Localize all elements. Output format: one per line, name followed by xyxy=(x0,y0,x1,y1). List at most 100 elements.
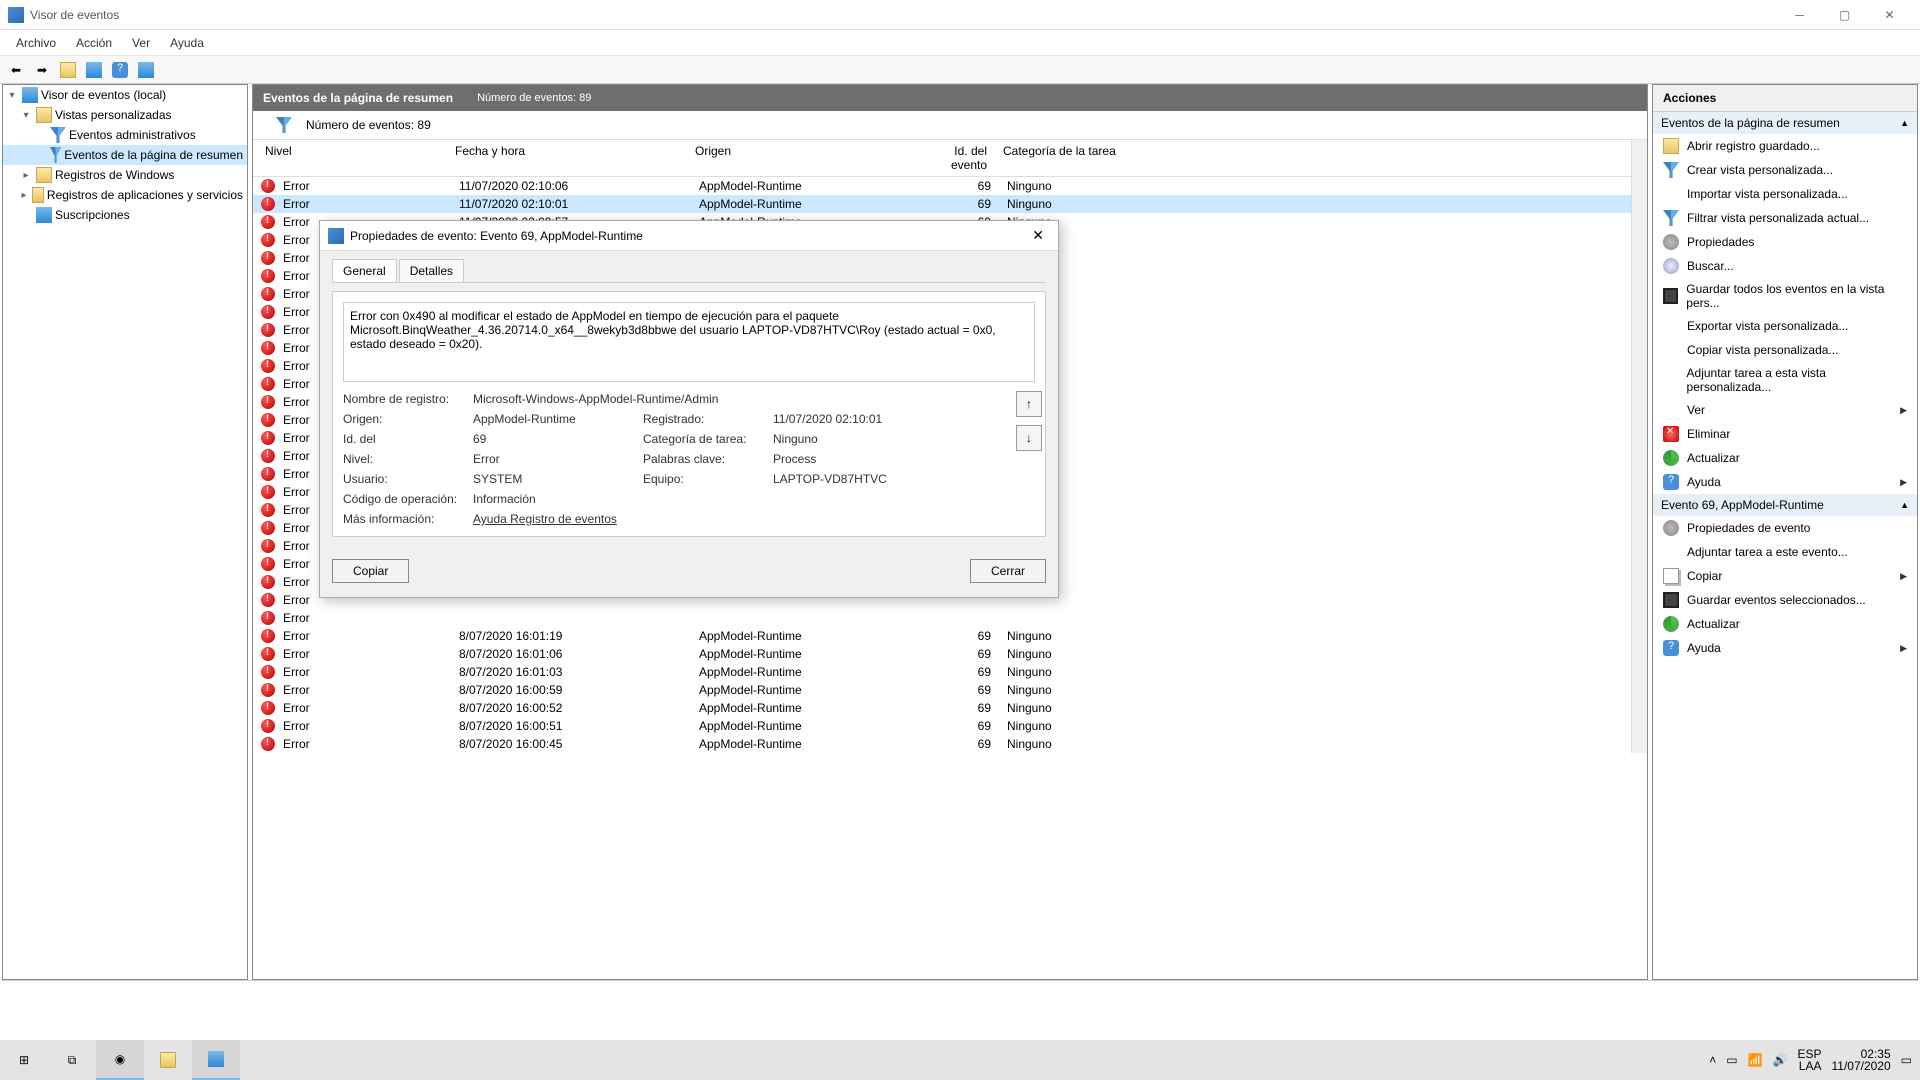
tree-suscripciones[interactable]: Suscripciones xyxy=(3,205,247,225)
menu-accion[interactable]: Acción xyxy=(66,32,122,54)
action-icon xyxy=(1663,186,1679,202)
toolbar-icon-2[interactable] xyxy=(82,58,106,82)
prev-event-button[interactable]: ↑ xyxy=(1016,391,1042,417)
event-row[interactable]: Error 8/07/2020 16:00:52 AppModel-Runtim… xyxy=(253,699,1631,717)
action-item[interactable]: Exportar vista personalizada... xyxy=(1653,314,1917,338)
minimize-button[interactable]: ─ xyxy=(1777,1,1822,29)
start-button[interactable]: ⊞ xyxy=(0,1040,48,1080)
error-icon xyxy=(261,719,275,733)
taskbar-explorer[interactable] xyxy=(144,1040,192,1080)
tree-eventos-resumen[interactable]: Eventos de la página de resumen xyxy=(3,145,247,165)
close-dialog-button[interactable]: Cerrar xyxy=(970,559,1046,583)
action-icon xyxy=(1663,162,1679,178)
tray-chevron-icon[interactable]: ˄ xyxy=(1709,1053,1716,1067)
error-icon xyxy=(261,629,275,643)
col-nivel[interactable]: Nivel xyxy=(261,144,451,172)
navigation-tree[interactable]: ▾ Visor de eventos (local) ▾ Vistas pers… xyxy=(2,84,248,980)
close-button[interactable]: ✕ xyxy=(1867,1,1912,29)
copy-button[interactable]: Copiar xyxy=(332,559,409,583)
tray-battery-icon[interactable]: ▭ xyxy=(1726,1053,1737,1067)
action-item[interactable]: Adjuntar tarea a esta vista personalizad… xyxy=(1653,362,1917,398)
event-row[interactable]: Error 8/07/2020 16:00:45 AppModel-Runtim… xyxy=(253,735,1631,753)
col-cat[interactable]: Categoría de la tarea xyxy=(999,144,1149,172)
next-event-button[interactable]: ↓ xyxy=(1016,425,1042,451)
col-fecha[interactable]: Fecha y hora xyxy=(451,144,691,172)
error-icon xyxy=(261,197,275,211)
error-icon xyxy=(261,341,275,355)
action-item[interactable]: Filtrar vista personalizada actual... xyxy=(1653,206,1917,230)
action-item[interactable]: Ver▶ xyxy=(1653,398,1917,422)
tree-registros-win[interactable]: ▸ Registros de Windows xyxy=(3,165,247,185)
tab-detalles[interactable]: Detalles xyxy=(399,259,464,282)
column-headers[interactable]: Nivel Fecha y hora Origen Id. del evento… xyxy=(253,140,1631,177)
forward-button[interactable]: ➡ xyxy=(30,58,54,82)
error-icon xyxy=(261,377,275,391)
actions-section-1[interactable]: Eventos de la página de resumen▲ xyxy=(1653,112,1917,134)
error-icon xyxy=(261,647,275,661)
maximize-button[interactable]: ▢ xyxy=(1822,1,1867,29)
error-icon xyxy=(261,305,275,319)
tree-registros-apps[interactable]: ▸ Registros de aplicaciones y servicios xyxy=(3,185,247,205)
action-item[interactable]: Crear vista personalizada... xyxy=(1653,158,1917,182)
tray-volume-icon[interactable]: 🔊 xyxy=(1773,1053,1788,1067)
action-item[interactable]: Copiar vista personalizada... xyxy=(1653,338,1917,362)
event-row[interactable]: Error 11/07/2020 02:10:01 AppModel-Runti… xyxy=(253,195,1631,213)
action-icon xyxy=(1663,234,1679,250)
action-item[interactable]: Guardar eventos seleccionados... xyxy=(1653,588,1917,612)
tree-root[interactable]: ▾ Visor de eventos (local) xyxy=(3,85,247,105)
action-item[interactable]: Propiedades xyxy=(1653,230,1917,254)
tray-notifications-icon[interactable]: ▭ xyxy=(1901,1053,1912,1067)
events-header-title: Eventos de la página de resumen xyxy=(263,91,453,105)
action-icon xyxy=(1663,288,1678,304)
action-item[interactable]: Eliminar xyxy=(1653,422,1917,446)
col-id[interactable]: Id. del evento xyxy=(911,144,991,172)
event-row[interactable]: Error 8/07/2020 16:01:06 AppModel-Runtim… xyxy=(253,645,1631,663)
back-button[interactable]: ⬅ xyxy=(4,58,28,82)
event-description[interactable]: Error con 0x490 al modificar el estado d… xyxy=(343,302,1035,382)
tree-eventos-admin[interactable]: Eventos administrativos xyxy=(3,125,247,145)
action-item[interactable]: Copiar▶ xyxy=(1653,564,1917,588)
tray-lang[interactable]: ESP LAA xyxy=(1797,1048,1821,1072)
action-item[interactable]: Guardar todos los eventos en la vista pe… xyxy=(1653,278,1917,314)
tree-vistas-label: Vistas personalizadas xyxy=(55,108,172,122)
menu-archivo[interactable]: Archivo xyxy=(6,32,66,54)
event-row[interactable]: Error 8/07/2020 16:01:19 AppModel-Runtim… xyxy=(253,627,1631,645)
event-row[interactable]: Error 11/07/2020 02:10:06 AppModel-Runti… xyxy=(253,177,1631,195)
dialog-close-button[interactable]: ✕ xyxy=(1026,227,1050,244)
action-item[interactable]: Actualizar xyxy=(1653,446,1917,470)
taskbar-eventviewer[interactable] xyxy=(192,1040,240,1080)
menu-ayuda[interactable]: Ayuda xyxy=(160,32,214,54)
col-origen[interactable]: Origen xyxy=(691,144,911,172)
system-tray[interactable]: ˄ ▭ 📶 🔊 ESP LAA 02:35 11/07/2020 ▭ xyxy=(1709,1048,1920,1072)
action-item[interactable]: Ayuda▶ xyxy=(1653,470,1917,494)
event-row[interactable]: Error 8/07/2020 16:00:59 AppModel-Runtim… xyxy=(253,681,1631,699)
event-row[interactable]: Error 8/07/2020 16:00:51 AppModel-Runtim… xyxy=(253,717,1631,735)
app-icon xyxy=(8,7,24,23)
event-help-link[interactable]: Ayuda Registro de eventos xyxy=(473,512,933,526)
actions-section-2[interactable]: Evento 69, AppModel-Runtime▲ xyxy=(1653,494,1917,516)
tree-vistas[interactable]: ▾ Vistas personalizadas xyxy=(3,105,247,125)
actions-header: Acciones xyxy=(1653,85,1917,112)
error-icon xyxy=(261,557,275,571)
action-item[interactable]: Abrir registro guardado... xyxy=(1653,134,1917,158)
event-row[interactable]: Error 8/07/2020 16:01:03 AppModel-Runtim… xyxy=(253,663,1631,681)
error-icon xyxy=(261,503,275,517)
toolbar-icon-1[interactable] xyxy=(56,58,80,82)
taskbar-chrome[interactable]: ◉ xyxy=(96,1040,144,1080)
action-item[interactable]: Adjuntar tarea a este evento... xyxy=(1653,540,1917,564)
tray-network-icon[interactable]: 📶 xyxy=(1748,1053,1763,1067)
action-item[interactable]: Importar vista personalizada... xyxy=(1653,182,1917,206)
action-item[interactable]: Propiedades de evento xyxy=(1653,516,1917,540)
events-scrollbar[interactable] xyxy=(1631,140,1647,753)
event-row[interactable]: Error xyxy=(253,609,1631,627)
tab-general[interactable]: General xyxy=(332,259,397,282)
toolbar-icon-3[interactable] xyxy=(134,58,158,82)
event-properties-dialog: Propiedades de evento: Evento 69, AppMod… xyxy=(319,220,1059,598)
toolbar-help-icon[interactable] xyxy=(108,58,132,82)
menu-ver[interactable]: Ver xyxy=(122,32,160,54)
tray-clock[interactable]: 02:35 11/07/2020 xyxy=(1831,1048,1890,1072)
task-view-button[interactable]: ⧉ xyxy=(48,1040,96,1080)
action-item[interactable]: Ayuda▶ xyxy=(1653,636,1917,660)
action-item[interactable]: Buscar... xyxy=(1653,254,1917,278)
action-item[interactable]: Actualizar xyxy=(1653,612,1917,636)
